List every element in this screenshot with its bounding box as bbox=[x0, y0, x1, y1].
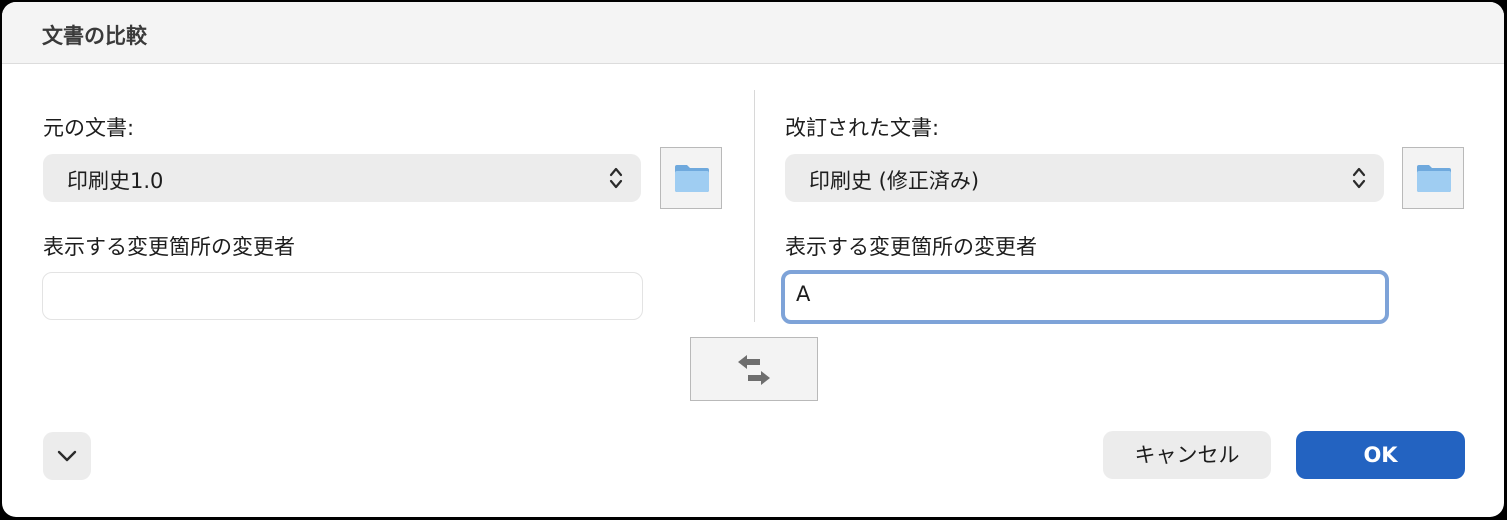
column-divider bbox=[754, 90, 755, 322]
up-down-chevrons-icon bbox=[609, 167, 623, 189]
title-bar: 文書の比較 bbox=[2, 2, 1504, 64]
original-document-select[interactable]: 印刷史1.0 bbox=[43, 154, 641, 202]
swap-arrows-icon bbox=[738, 355, 770, 385]
original-reviewer-input[interactable] bbox=[42, 272, 643, 320]
original-reviewer-label: 表示する変更箇所の変更者 bbox=[43, 235, 295, 259]
folder-icon bbox=[675, 165, 709, 192]
cancel-button[interactable]: キャンセル bbox=[1103, 431, 1271, 479]
revised-document-value: 印刷史 (修正済み) bbox=[809, 169, 980, 193]
revised-reviewer-label: 表示する変更箇所の変更者 bbox=[785, 235, 1037, 259]
swap-documents-button[interactable] bbox=[690, 337, 818, 401]
ok-button[interactable]: OK bbox=[1296, 431, 1465, 479]
up-down-chevrons-icon bbox=[1352, 167, 1366, 189]
folder-icon bbox=[1417, 165, 1451, 192]
dialog-title: 文書の比較 bbox=[42, 24, 147, 48]
compare-documents-dialog: 文書の比較 元の文書: 印刷史1.0 表示する変更箇所の変更者 改訂された文書:… bbox=[2, 2, 1504, 517]
original-document-label: 元の文書: bbox=[43, 116, 135, 140]
revised-browse-button[interactable] bbox=[1402, 147, 1464, 209]
revised-document-select[interactable]: 印刷史 (修正済み) bbox=[785, 154, 1384, 202]
expand-options-button[interactable] bbox=[43, 432, 91, 480]
original-browse-button[interactable] bbox=[660, 147, 722, 209]
revised-document-label: 改訂された文書: bbox=[785, 116, 940, 140]
chevron-down-icon bbox=[57, 450, 77, 462]
original-document-value: 印刷史1.0 bbox=[67, 169, 164, 193]
revised-reviewer-input[interactable]: A bbox=[781, 270, 1389, 324]
